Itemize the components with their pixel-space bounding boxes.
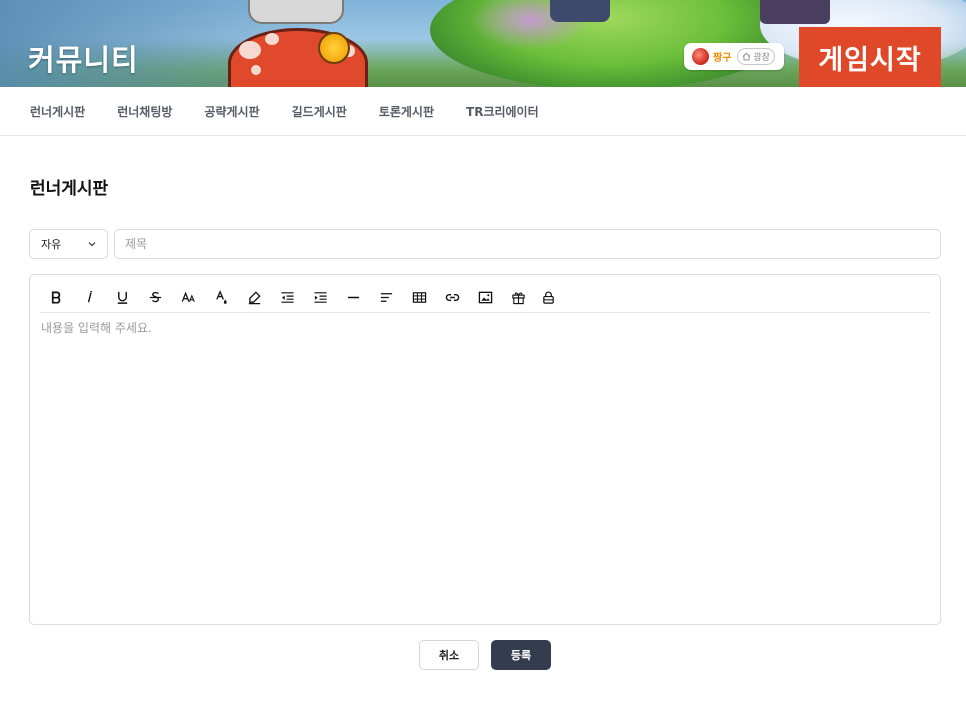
content-editor: 내용을 입력해 주세요. <box>29 274 941 625</box>
mascot-character-image <box>212 0 384 87</box>
plaza-badge[interactable]: 광장 <box>737 48 775 65</box>
header-banner: 커뮤니티 짱구 광장 게임시작 <box>0 0 966 87</box>
image-icon[interactable] <box>469 287 502 309</box>
strikethrough-icon[interactable] <box>139 287 172 309</box>
username: 짱구 <box>713 53 732 64</box>
indent-icon[interactable] <box>304 287 337 309</box>
user-profile-chip[interactable]: 짱구 광장 <box>684 43 784 70</box>
editor-placeholder: 내용을 입력해 주세요. <box>41 321 152 335</box>
category-select[interactable]: 자유 <box>29 229 108 259</box>
board-nav: 런너게시판 런너채팅방 공략게시판 길드게시판 토론게시판 TR크리에이터 <box>0 87 966 136</box>
nav-item-strategy-board[interactable]: 공략게시판 <box>204 103 259 120</box>
plaza-label: 광장 <box>753 53 770 63</box>
nav-item-guild-board[interactable]: 길드게시판 <box>292 103 347 120</box>
table-icon[interactable] <box>403 287 436 309</box>
nav-item-runner-chat[interactable]: 런너채팅방 <box>117 103 172 120</box>
highlight-icon[interactable] <box>238 287 271 309</box>
avatar <box>692 48 709 65</box>
cancel-button[interactable]: 취소 <box>419 640 479 670</box>
title-input[interactable] <box>114 229 941 259</box>
game-start-button[interactable]: 게임시작 <box>799 27 941 87</box>
page-title: 런너게시판 <box>30 179 109 199</box>
lock-icon[interactable] <box>535 287 561 309</box>
font-color-icon[interactable] <box>205 287 238 309</box>
home-icon <box>743 52 751 61</box>
page-header-title: 커뮤니티 <box>28 43 139 77</box>
italic-icon[interactable] <box>73 287 106 309</box>
horizontal-rule-icon[interactable] <box>337 287 370 309</box>
gift-icon[interactable] <box>502 287 535 309</box>
bold-icon[interactable] <box>40 287 73 309</box>
align-left-icon[interactable] <box>370 287 403 309</box>
editor-content-area[interactable]: 내용을 입력해 주세요. <box>41 319 929 615</box>
category-selected-value: 자유 <box>41 238 62 251</box>
underline-icon[interactable] <box>106 287 139 309</box>
nav-item-runner-board[interactable]: 런너게시판 <box>30 103 85 120</box>
chevron-down-icon <box>88 242 96 247</box>
nav-item-tr-creator[interactable]: TR크리에이터 <box>466 103 539 120</box>
editor-toolbar <box>40 283 930 313</box>
submit-button[interactable]: 등록 <box>491 640 551 670</box>
outdent-icon[interactable] <box>271 287 304 309</box>
nav-item-debate-board[interactable]: 토론게시판 <box>379 103 434 120</box>
link-icon[interactable] <box>436 287 469 309</box>
font-size-icon[interactable] <box>172 287 205 309</box>
